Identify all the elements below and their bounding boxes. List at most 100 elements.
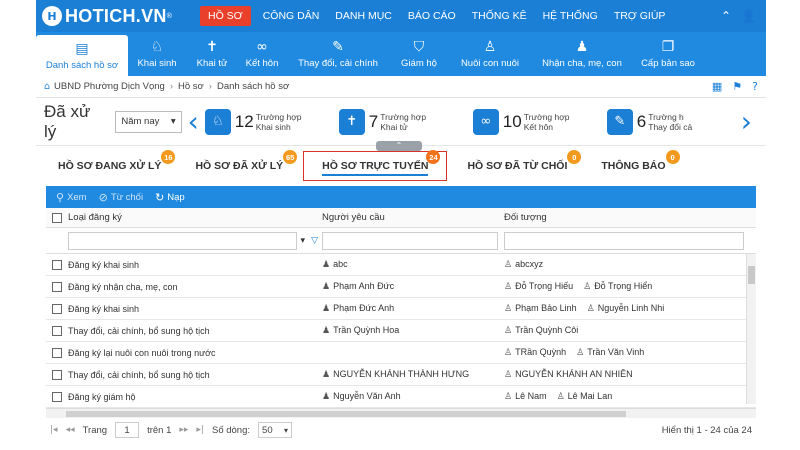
table-row[interactable]: Thay đổi, cải chính, bổ sung hộ tịch ♟ Trầ… bbox=[46, 320, 756, 342]
page-input[interactable]: 1 bbox=[115, 422, 140, 438]
table-row[interactable]: Đăng ký nhận cha, mẹ, con ♟ Phạm Anh Đức ♙ Đ… bbox=[46, 276, 756, 298]
first-page-icon[interactable]: |◂ bbox=[50, 425, 58, 435]
tab-badge: 0 bbox=[567, 150, 582, 164]
topnav-item[interactable]: HỒ SƠ bbox=[200, 6, 251, 26]
row-checkbox[interactable] bbox=[52, 281, 62, 292]
next-arrow-icon[interactable]: › bbox=[741, 107, 752, 136]
tab-item[interactable]: HỒ SƠ ĐÃ TỪ CHỐI 0 bbox=[467, 150, 582, 172]
row-checkbox[interactable] bbox=[52, 391, 62, 402]
action-bar: ⚲ Xem ⊘ Từ chối ↻ Nạp bbox=[46, 186, 756, 208]
module-button[interactable]: ♙ Nuôi con nuôi bbox=[448, 32, 532, 76]
subject-filter-input[interactable] bbox=[504, 231, 744, 250]
horizontal-scrollbar[interactable] bbox=[46, 408, 756, 418]
filter-row: ▾ ▽ bbox=[46, 228, 756, 254]
topnav-item[interactable]: DANH MỤC bbox=[327, 0, 400, 32]
chevron-right-icon: › bbox=[169, 81, 174, 92]
column-header[interactable]: Đối tượng bbox=[504, 212, 756, 223]
row-checkbox[interactable] bbox=[52, 369, 62, 380]
next-page-icon[interactable]: ▸▸ bbox=[179, 425, 188, 435]
breadcrumb-item[interactable]: UBND Phường Dịch Vọng bbox=[54, 81, 165, 92]
module-button[interactable]: ♟ Nhận cha, mẹ, con bbox=[532, 32, 632, 76]
row-checkbox[interactable] bbox=[52, 325, 62, 336]
table-body: Đăng ký khai sinh ♟ abc ♙ abcxyz Đăng ký nhận… bbox=[46, 254, 756, 408]
home-icon[interactable]: ⌂ bbox=[44, 81, 50, 92]
row-checkbox[interactable] bbox=[52, 347, 62, 358]
mourning-icon: ✝ bbox=[206, 39, 218, 55]
record-tabs: HỒ SƠ ĐANG XỬ LÝ 16 HỒ SƠ ĐÃ XỬ LÝ 65 HỒ SƠ … bbox=[36, 146, 766, 186]
table-row[interactable]: Thay đổi, cải chính, bổ sung hộ tịch ♟ NGU… bbox=[46, 364, 756, 386]
module-button[interactable]: ⛉ Giám hộ bbox=[390, 32, 448, 76]
person-icon: ♙ bbox=[556, 392, 565, 402]
last-page-icon[interactable]: ▸| bbox=[196, 425, 204, 435]
module-button[interactable]: ✎ Thay đổi, cải chính bbox=[286, 32, 390, 76]
person-icon: ♙ bbox=[504, 260, 513, 270]
period-select[interactable]: Năm nay ▾ bbox=[115, 110, 182, 133]
cell-subjects: ♙ Lê Nam ♙ Lê Mai Lan bbox=[504, 391, 613, 402]
person-icon: ♙ bbox=[504, 348, 513, 358]
cell-subjects: ♙ Phạm Bảo Linh ♙ Nguyễn Linh Nhi bbox=[504, 303, 665, 314]
requester-filter-input[interactable] bbox=[322, 231, 498, 250]
person-icon: ♙ bbox=[504, 370, 513, 380]
tab-item[interactable]: THÔNG BÁO 0 bbox=[601, 150, 680, 172]
cell-type: Đăng ký khai sinh bbox=[68, 259, 140, 270]
caret-down-icon[interactable]: ▾ bbox=[301, 235, 306, 246]
stat-card[interactable]: ✝ 7 Trường hợp Khai tử bbox=[338, 108, 467, 135]
keyboard-icon[interactable]: ▦ bbox=[712, 80, 722, 93]
mourning-icon: ✝ bbox=[338, 108, 365, 135]
column-header[interactable]: Người yêu cầu bbox=[322, 212, 504, 223]
topnav-item[interactable]: TRỢ GIÚP bbox=[606, 0, 674, 32]
cell-subjects: ♙ abcxyz bbox=[504, 259, 544, 270]
app-window: H HOTICH.VN ® HỒ SƠ CÔNG DÂN DANH MỤC BÁO CÁ… bbox=[36, 0, 766, 450]
topnav-item[interactable]: HỆ THỐNG bbox=[535, 0, 606, 32]
column-header[interactable]: Loại đăng ký bbox=[68, 212, 322, 223]
stat-card[interactable]: ♘ 12 Trường hợp Khai sinh bbox=[204, 108, 333, 135]
module-button[interactable]: ❐ Cấp bản sao bbox=[632, 32, 704, 76]
stat-card[interactable]: ✎ 6 Trường h Thay đổi cả bbox=[606, 108, 735, 135]
module-button[interactable]: ∞ Kết hôn bbox=[238, 32, 286, 76]
module-button[interactable]: ✝ Khai tử bbox=[186, 32, 238, 76]
filter-icon[interactable]: ▽ bbox=[311, 235, 318, 246]
action-button[interactable]: ⊘ Từ chối bbox=[99, 191, 143, 204]
person-icon: ♟ bbox=[322, 260, 331, 270]
module-button[interactable]: ♘ Khai sinh bbox=[128, 32, 186, 76]
table-row[interactable]: Đăng ký khai sinh ♟ abc ♙ abcxyz bbox=[46, 254, 756, 276]
prev-arrow-icon[interactable]: ‹ bbox=[188, 107, 199, 136]
flag-icon[interactable]: ⚑ bbox=[732, 80, 742, 93]
person-icon: ♙ bbox=[504, 282, 513, 292]
tab-item[interactable]: HỒ SƠ ĐANG XỬ LÝ 16 bbox=[58, 150, 176, 172]
person-icon: ♟ bbox=[322, 282, 331, 292]
type-filter-select[interactable] bbox=[68, 231, 297, 250]
logo-mark-icon: H bbox=[42, 6, 62, 26]
action-button[interactable]: ⚲ Xem bbox=[56, 191, 87, 204]
prev-page-icon[interactable]: ◂◂ bbox=[66, 425, 75, 435]
caret-down-icon: ▾ bbox=[170, 116, 176, 127]
stats-carousel: ♘ 12 Trường hợp Khai sinh ✝ 7 Trường hợp Khai t… bbox=[204, 108, 741, 135]
tab-item[interactable]: HỒ SƠ ĐÃ XỬ LÝ 65 bbox=[195, 150, 298, 172]
shield-icon: ⛉ bbox=[413, 39, 425, 55]
stat-card[interactable]: ∞ 10 Trường hợp Kết hôn bbox=[472, 108, 601, 135]
summary-panel: Đã xử lý Năm nay ▾ ‹ ♘ 12 Trường hợp Khai s… bbox=[36, 98, 766, 151]
table-row[interactable]: Đăng ký khai sinh ♟ Phạm Đức Anh ♙ Phạm Bảo … bbox=[46, 298, 756, 320]
person-icon: ♟ bbox=[322, 326, 331, 336]
vertical-scrollbar[interactable] bbox=[746, 254, 756, 404]
topnav-item[interactable]: THỐNG KÊ bbox=[464, 0, 535, 32]
family-icon: ♟ bbox=[575, 39, 589, 55]
chevron-up-icon[interactable]: ⌃ bbox=[721, 9, 731, 23]
action-button[interactable]: ↻ Nạp bbox=[155, 191, 185, 204]
table-row[interactable]: Đăng ký giám hộ ♟ Nguyễn Văn Anh ♙ Lê Nam ♙ Lê… bbox=[46, 386, 756, 408]
logo[interactable]: H HOTICH.VN ® bbox=[36, 6, 196, 27]
edit-icon: ✎ bbox=[606, 108, 633, 135]
user-icon[interactable]: 👤 bbox=[741, 9, 756, 23]
breadcrumb-item[interactable]: Hồ sơ bbox=[178, 81, 204, 92]
table-header: Loại đăng ký Người yêu cầu Đối tượng bbox=[46, 208, 756, 228]
topnav-item[interactable]: BÁO CÁO bbox=[400, 0, 464, 32]
row-checkbox[interactable] bbox=[52, 259, 62, 270]
module-button[interactable]: ▤ Danh sách hồ sơ bbox=[36, 35, 128, 76]
row-checkbox[interactable] bbox=[52, 303, 62, 314]
help-icon[interactable]: ? bbox=[752, 80, 758, 93]
table-row[interactable]: Đăng ký lại nuôi con nuôi trong nước ♙ TRầ… bbox=[46, 342, 756, 364]
topnav-item[interactable]: CÔNG DÂN bbox=[255, 0, 328, 32]
rows-per-page-select[interactable]: 50 ▾ bbox=[258, 422, 293, 438]
select-all-checkbox[interactable] bbox=[52, 212, 62, 223]
tab-item[interactable]: HỒ SƠ TRỰC TUYẾN 24 bbox=[303, 150, 448, 181]
